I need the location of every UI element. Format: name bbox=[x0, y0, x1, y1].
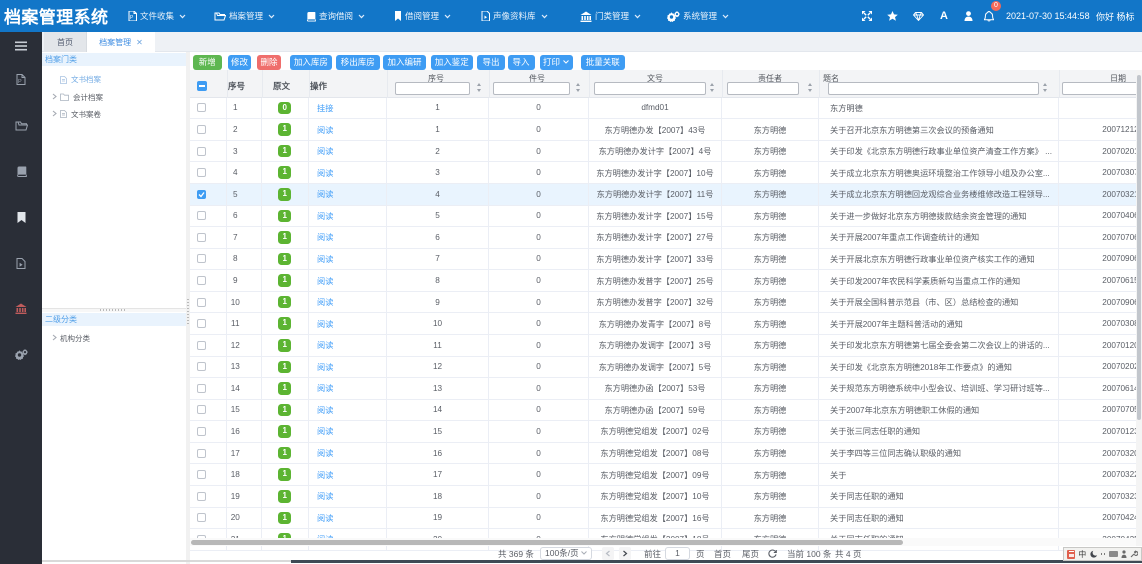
svg-text:P: P bbox=[18, 79, 22, 85]
svg-text:P: P bbox=[130, 15, 134, 21]
